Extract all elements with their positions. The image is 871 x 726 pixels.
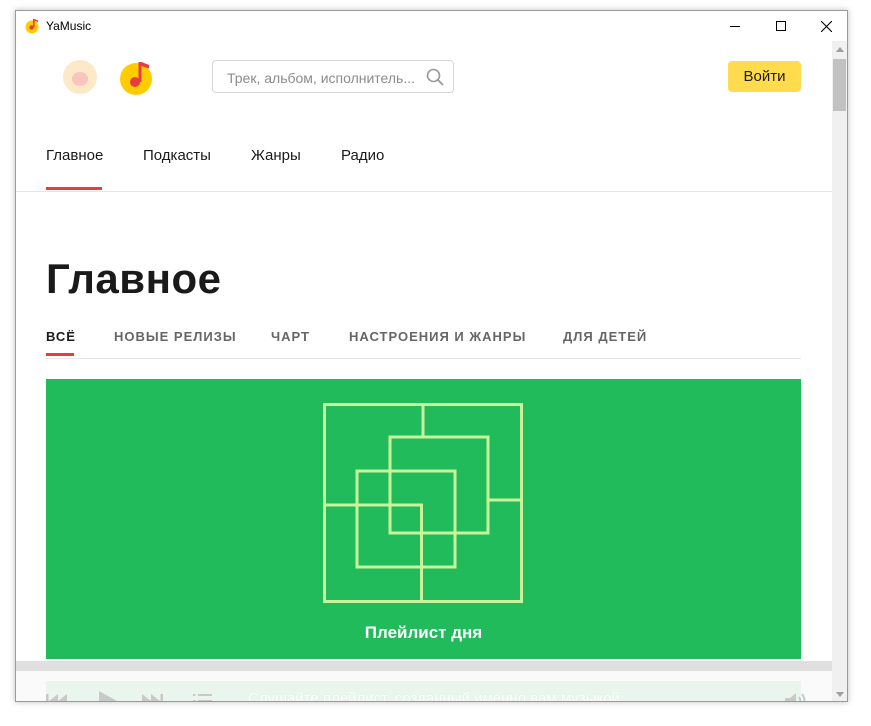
tab-new-releases[interactable]: НОВЫЕ РЕЛИЗЫ	[114, 329, 237, 344]
tab-active-indicator	[46, 353, 74, 356]
maximize-button[interactable]	[758, 11, 804, 41]
search-input[interactable]	[225, 67, 419, 89]
volume-icon[interactable]	[784, 691, 808, 702]
queue-list-icon[interactable]	[193, 693, 212, 702]
window-title: YaMusic	[46, 19, 92, 33]
tab-moods-genres[interactable]: НАСТРОЕНИЯ И ЖАНРЫ	[349, 329, 526, 344]
player-progress-track[interactable]	[16, 661, 832, 671]
nav-item-podcasts[interactable]: Подкасты	[143, 147, 211, 164]
search-box[interactable]	[212, 60, 454, 93]
tab-chart[interactable]: ЧАРТ	[271, 329, 310, 344]
banner-title: Плейлист дня	[364, 623, 483, 642]
previous-track-icon[interactable]	[46, 693, 68, 702]
banner-description: Слушайте плейлист, созданный именно вам …	[247, 690, 625, 702]
main-content: Войти Главное Подкасты Жанры Радио Главн…	[16, 41, 832, 702]
minimize-button[interactable]	[712, 11, 758, 41]
page-title: Главное	[46, 255, 222, 302]
next-track-icon[interactable]	[141, 693, 163, 702]
vertical-scrollbar[interactable]	[832, 41, 847, 701]
search-icon[interactable]	[426, 68, 444, 86]
app-window: YaMusic Войти Главное Подк	[15, 10, 848, 702]
login-button[interactable]: Войти	[728, 61, 801, 92]
play-icon[interactable]	[98, 690, 118, 702]
player-controls: Слушайте плейлист, созданный именно вам …	[16, 671, 832, 702]
close-icon	[820, 20, 832, 32]
playlist-of-the-day-banner[interactable]: Плейлист дня	[46, 379, 801, 659]
main-nav: Главное Подкасты Жанры Радио	[16, 131, 832, 192]
scroll-up-arrow-icon[interactable]	[836, 47, 844, 52]
player-bar: Слушайте плейлист, созданный именно вам …	[16, 661, 832, 702]
nav-item-genres[interactable]: Жанры	[251, 147, 301, 164]
scroll-down-arrow-icon[interactable]	[836, 692, 844, 697]
nav-item-radio[interactable]: Радио	[341, 147, 384, 164]
user-avatar[interactable]	[63, 60, 97, 94]
maximize-icon	[776, 21, 786, 31]
section-tabs: ВСЁ НОВЫЕ РЕЛИЗЫ ЧАРТ НАСТРОЕНИЯ И ЖАНРЫ…	[46, 321, 801, 359]
tab-kids[interactable]: ДЛЯ ДЕТЕЙ	[563, 329, 647, 344]
minimize-icon	[730, 26, 740, 27]
yamusic-app-icon	[25, 19, 39, 34]
playlist-pattern-icon	[323, 403, 523, 603]
close-button[interactable]	[803, 11, 847, 41]
yandex-music-logo[interactable]	[118, 58, 156, 96]
nav-active-indicator	[46, 187, 102, 190]
scrollbar-thumb[interactable]	[833, 59, 846, 111]
title-bar: YaMusic	[16, 11, 847, 41]
nav-item-main[interactable]: Главное	[46, 147, 103, 164]
tab-all[interactable]: ВСЁ	[46, 329, 76, 344]
avatar-face	[72, 72, 88, 86]
